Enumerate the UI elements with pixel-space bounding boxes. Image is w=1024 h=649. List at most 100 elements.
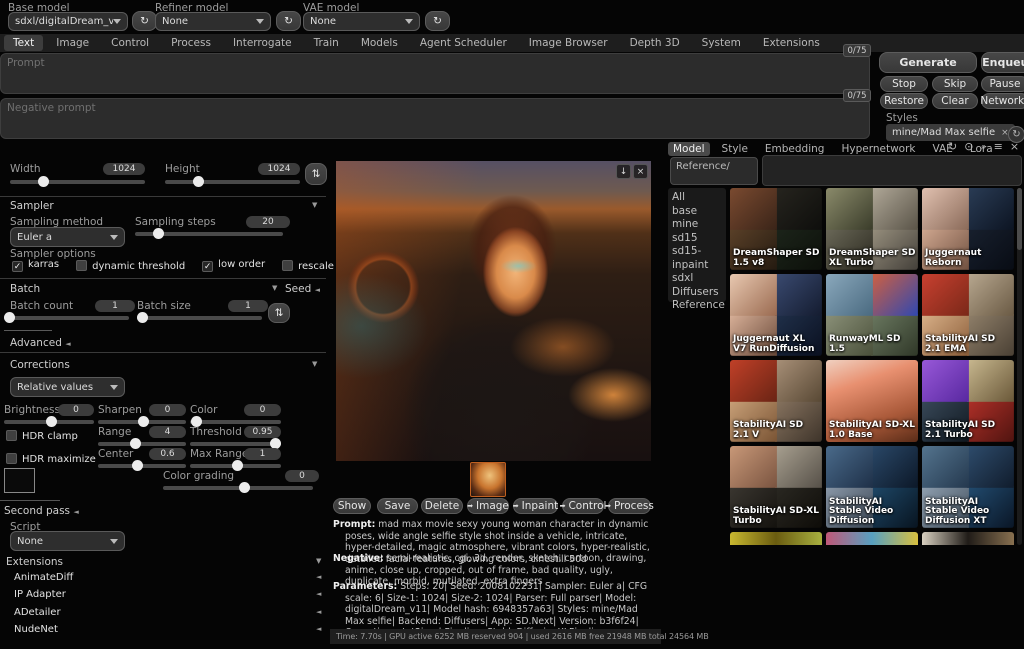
batch-size-slider[interactable] xyxy=(137,312,262,324)
sampler-section-header[interactable]: Sampler xyxy=(10,200,54,212)
color-value[interactable]: 0 xyxy=(244,404,281,416)
model-card[interactable]: StabilityAI SD 2.1 EMA xyxy=(922,274,1014,356)
tab-control[interactable]: Control xyxy=(102,35,158,51)
width-value[interactable]: 1024 xyxy=(103,163,145,175)
model-card[interactable]: StabilityAI SD 2.1 Turbo xyxy=(922,360,1014,442)
low-order-checkbox[interactable]: ✓low order xyxy=(202,259,265,272)
sampling-method-select[interactable]: Euler a xyxy=(10,227,125,247)
style-tag[interactable]: mine/Mad Max selfie × xyxy=(886,124,1015,141)
stop-button[interactable]: Stop xyxy=(880,76,928,92)
clear-button[interactable]: Clear xyxy=(932,93,978,109)
category-item-diffusers[interactable]: Diffusers xyxy=(672,286,722,300)
extensions-section-header[interactable]: Extensions xyxy=(6,556,63,568)
delete-button[interactable]: Delete xyxy=(421,498,463,514)
tab-extensions[interactable]: Extensions xyxy=(754,35,829,51)
gallery-thumbnail[interactable] xyxy=(470,462,506,497)
tab-interrogate[interactable]: Interrogate xyxy=(224,35,301,51)
networks-search-input[interactable]: Reference/ xyxy=(670,157,758,185)
save-button[interactable]: Save xyxy=(377,498,418,514)
batch-section-header[interactable]: Batch xyxy=(10,283,40,295)
script-select[interactable]: None xyxy=(10,531,125,551)
collapse-icon[interactable]: ▼ xyxy=(316,557,321,565)
model-card[interactable]: Juggernaut Reborn xyxy=(922,188,1014,270)
tab-image-browser[interactable]: Image Browser xyxy=(520,35,617,51)
base-model-select[interactable]: sdxl/digitalDream_v11 [69483 xyxy=(8,12,128,31)
threshold-value[interactable]: 0.95 xyxy=(244,426,281,438)
generate-button[interactable]: Generate xyxy=(879,52,977,73)
category-item-base[interactable]: base xyxy=(672,205,722,219)
category-item-sd15-inpaint[interactable]: sd15-inpaint xyxy=(672,245,722,272)
seed-section-toggle[interactable]: Seed ◄ xyxy=(285,283,320,295)
tab-models[interactable]: Models xyxy=(352,35,407,51)
category-item-sd15[interactable]: sd15 xyxy=(672,232,722,246)
tab-process[interactable]: Process xyxy=(162,35,220,51)
extension-nudenet[interactable]: NudeNet xyxy=(14,624,58,635)
send-to-control-button[interactable]: ➡Control xyxy=(562,498,604,514)
tab-image[interactable]: Image xyxy=(47,35,98,51)
brightness-slider[interactable] xyxy=(4,416,94,428)
karras-checkbox[interactable]: ✓karras xyxy=(12,259,59,272)
model-card[interactable] xyxy=(826,532,918,545)
corrections-section-header[interactable]: Corrections xyxy=(10,359,70,371)
collapse-icon[interactable]: ▼ xyxy=(312,360,317,368)
category-item-mine[interactable]: mine xyxy=(672,218,722,232)
height-slider[interactable] xyxy=(165,176,300,188)
send-to-process-button[interactable]: ➡Process xyxy=(608,498,651,514)
collapse-left-icon[interactable]: ◄ xyxy=(316,608,321,616)
model-description-box[interactable] xyxy=(762,155,1022,186)
second-pass-toggle[interactable]: Second pass ◄ xyxy=(4,505,79,517)
model-card[interactable]: Juggernaut XL V7 RunDiffusion xyxy=(730,274,822,356)
networks-button[interactable]: Networks xyxy=(981,93,1024,109)
advanced-toggle[interactable]: Advanced ◄ xyxy=(10,337,71,349)
vae-model-select[interactable]: None xyxy=(303,12,420,31)
model-card[interactable]: RunwayML SD 1.5 xyxy=(826,274,918,356)
color-swatch[interactable] xyxy=(4,468,35,493)
color-grading-value[interactable]: 0 xyxy=(285,470,319,482)
collapse-left-icon[interactable]: ◄ xyxy=(316,573,321,581)
restore-button[interactable]: Restore xyxy=(880,93,928,109)
show-button[interactable]: Show xyxy=(333,498,371,514)
prompt-input[interactable] xyxy=(0,53,870,94)
category-item-reference[interactable]: Reference xyxy=(672,299,722,313)
swap-batch-button[interactable]: ⇅ xyxy=(268,303,290,323)
batch-count-slider[interactable] xyxy=(4,312,129,324)
color-grading-slider[interactable] xyxy=(163,482,313,494)
networks-tab-lora[interactable]: Lora xyxy=(965,142,998,156)
hdr-maximize-checkbox[interactable]: HDR maximize xyxy=(6,453,96,465)
networks-tab-hypernetwork[interactable]: Hypernetwork xyxy=(836,142,920,156)
tab-train[interactable]: Train xyxy=(305,35,348,51)
model-card[interactable]: DreamShaper SD 1.5 v8 xyxy=(730,188,822,270)
download-image-button[interactable]: ↓ xyxy=(616,164,631,179)
collapse-icon[interactable]: ▼ xyxy=(312,201,317,209)
hdr-clamp-checkbox[interactable]: HDR clamp xyxy=(6,430,78,442)
enqueue-button[interactable]: Enqueue xyxy=(981,52,1024,73)
networks-tab-model[interactable]: Model xyxy=(668,142,710,156)
collapse-left-icon[interactable]: ◄ xyxy=(316,625,321,633)
preview-image[interactable] xyxy=(336,161,651,461)
extension-ip-adapter[interactable]: IP Adapter xyxy=(14,589,66,600)
category-item-all[interactable]: All xyxy=(672,191,722,205)
refresh-base-model-button[interactable]: ↻ xyxy=(132,11,157,31)
send-to-inpaint-button[interactable]: ➡Inpaint xyxy=(513,498,558,514)
pause-button[interactable]: Pause xyxy=(981,76,1024,92)
sampling-steps-slider[interactable] xyxy=(135,228,283,240)
batch-count-value[interactable]: 1 xyxy=(95,300,135,312)
extension-adetailer[interactable]: ADetailer xyxy=(14,607,61,618)
tab-agent-scheduler[interactable]: Agent Scheduler xyxy=(411,35,516,51)
batch-size-value[interactable]: 1 xyxy=(228,300,268,312)
refiner-model-select[interactable]: None xyxy=(155,12,271,31)
send-to-image-button[interactable]: ➡Image xyxy=(467,498,509,514)
dynamic-threshold-checkbox[interactable]: dynamic threshold xyxy=(76,260,185,272)
model-card[interactable]: StabilityAI Stable Video Diffusion XT xyxy=(922,446,1014,528)
collapse-left-icon[interactable]: ◄ xyxy=(316,590,321,598)
brightness-value[interactable]: 0 xyxy=(58,404,94,416)
model-card[interactable]: StabilityAI Stable Video Diffusion xyxy=(826,446,918,528)
max-range-value[interactable]: 1 xyxy=(244,448,281,460)
negative-prompt-input[interactable] xyxy=(0,98,870,139)
skip-button[interactable]: Skip xyxy=(932,76,978,92)
networks-tab-embedding[interactable]: Embedding xyxy=(760,142,830,156)
networks-tab-style[interactable]: Style xyxy=(717,142,753,156)
extension-animatediff[interactable]: AnimateDiff xyxy=(14,572,73,583)
width-slider[interactable] xyxy=(10,176,145,188)
collapse-icon[interactable]: ▼ xyxy=(272,284,277,292)
